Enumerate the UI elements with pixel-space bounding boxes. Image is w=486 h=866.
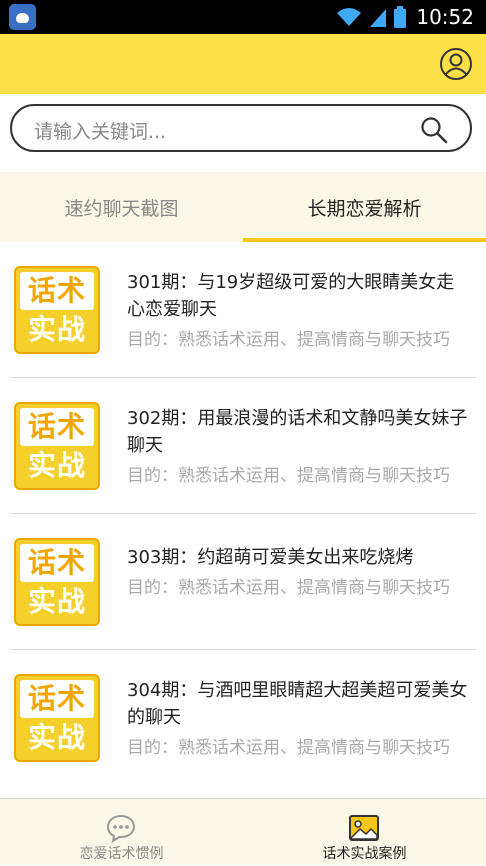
list-item[interactable]: 话术 实战 303期：约超萌可爱美女出来吃烧烤 目的：熟悉话术运用、提高情商与聊…: [0, 514, 486, 650]
item-thumbnail: 话术 实战: [14, 402, 100, 490]
list-item[interactable]: 话术 实战 301期：与19岁超级可爱的大眼睛美女走心恋爱聊天 目的：熟悉话术运…: [0, 242, 486, 378]
chat-bubble-icon: [106, 814, 136, 843]
item-title: 304期：与酒吧里眼睛超大超美超可爱美女的聊天: [127, 680, 468, 728]
nav-label: 话术实战案例: [322, 846, 407, 862]
item-thumbnail: 话术 实战: [14, 266, 100, 354]
app-header: [0, 34, 486, 94]
list-item[interactable]: 话术 实战 302期：用最浪漫的话术和文静吗美女妹子聊天 目的：熟悉话术运用、提…: [0, 378, 486, 514]
item-title: 301期：与19岁超级可爱的大眼睛美女走心恋爱聊天: [127, 272, 455, 320]
item-title: 302期：用最浪漫的话术和文静吗美女妹子聊天: [127, 408, 468, 456]
thumbnail-text-top: 话术: [20, 408, 94, 446]
thumbnail-text-top: 话术: [20, 272, 94, 310]
profile-icon[interactable]: [439, 47, 473, 81]
item-description: 目的：熟悉话术运用、提高情商与聊天技巧: [127, 578, 450, 598]
search-area: 请输入关键词...: [0, 94, 486, 172]
status-time: 10:52: [416, 5, 474, 29]
baidu-app-icon: [9, 4, 36, 30]
nav-label: 恋爱话术惯例: [79, 846, 164, 862]
tab-quick-chat-screenshots[interactable]: 速约聊天截图: [0, 172, 243, 242]
thumbnail-text-bottom: 实战: [27, 313, 86, 346]
image-icon: [349, 815, 379, 841]
bottom-navigation: 恋爱话术惯例 话术实战案例: [0, 798, 486, 865]
nav-love-talk-routines[interactable]: 恋爱话术惯例: [0, 799, 243, 866]
status-bar: 10:52: [0, 0, 486, 34]
item-description: 目的：熟悉话术运用、提高情商与聊天技巧: [127, 330, 450, 350]
item-thumbnail: 话术 实战: [14, 538, 100, 626]
search-icon[interactable]: [420, 116, 448, 144]
list-item[interactable]: 话术 实战 304期：与酒吧里眼睛超大超美超可爱美女的聊天 目的：熟悉话术运用、…: [0, 650, 486, 786]
item-title: 303期：约超萌可爱美女出来吃烧烤: [127, 547, 414, 568]
tab-long-term-love-analysis[interactable]: 长期恋爱解析: [243, 172, 486, 242]
item-description: 目的：熟悉话术运用、提高情商与聊天技巧: [127, 466, 450, 486]
tab-bar: 速约聊天截图 长期恋爱解析: [0, 172, 486, 242]
thumbnail-text-bottom: 实战: [27, 585, 86, 618]
signal-icon: [370, 9, 387, 27]
search-placeholder: 请输入关键词...: [34, 121, 167, 143]
thumbnail-text-top: 话术: [20, 680, 94, 718]
item-thumbnail: 话术 实战: [14, 674, 100, 762]
search-input[interactable]: 请输入关键词...: [10, 104, 472, 152]
thumbnail-text-bottom: 实战: [27, 721, 86, 754]
status-icons: 10:52: [336, 0, 474, 34]
thumbnail-text-bottom: 实战: [27, 449, 86, 482]
thumbnail-text-top: 话术: [20, 544, 94, 582]
battery-icon: [394, 6, 407, 28]
wifi-icon: [337, 8, 362, 26]
item-description: 目的：熟悉话术运用、提高情商与聊天技巧: [127, 738, 450, 758]
nav-practical-cases[interactable]: 话术实战案例: [243, 799, 486, 866]
